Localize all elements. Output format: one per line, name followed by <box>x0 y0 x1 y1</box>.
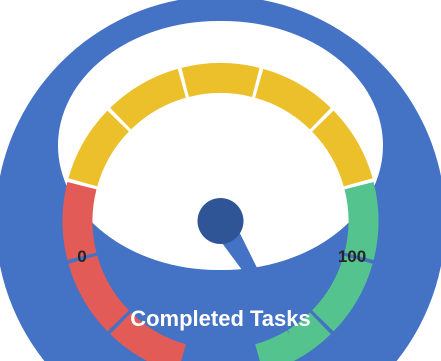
gauge-chart: 0 100 Completed Tasks <box>0 0 441 361</box>
gauge-title: Completed Tasks <box>130 306 311 331</box>
gauge-max-label: 100 <box>338 247 366 266</box>
gauge-needle-hub <box>197 198 244 244</box>
gauge-segment-6 <box>181 63 260 97</box>
gauge-min-label: 0 <box>77 247 86 266</box>
